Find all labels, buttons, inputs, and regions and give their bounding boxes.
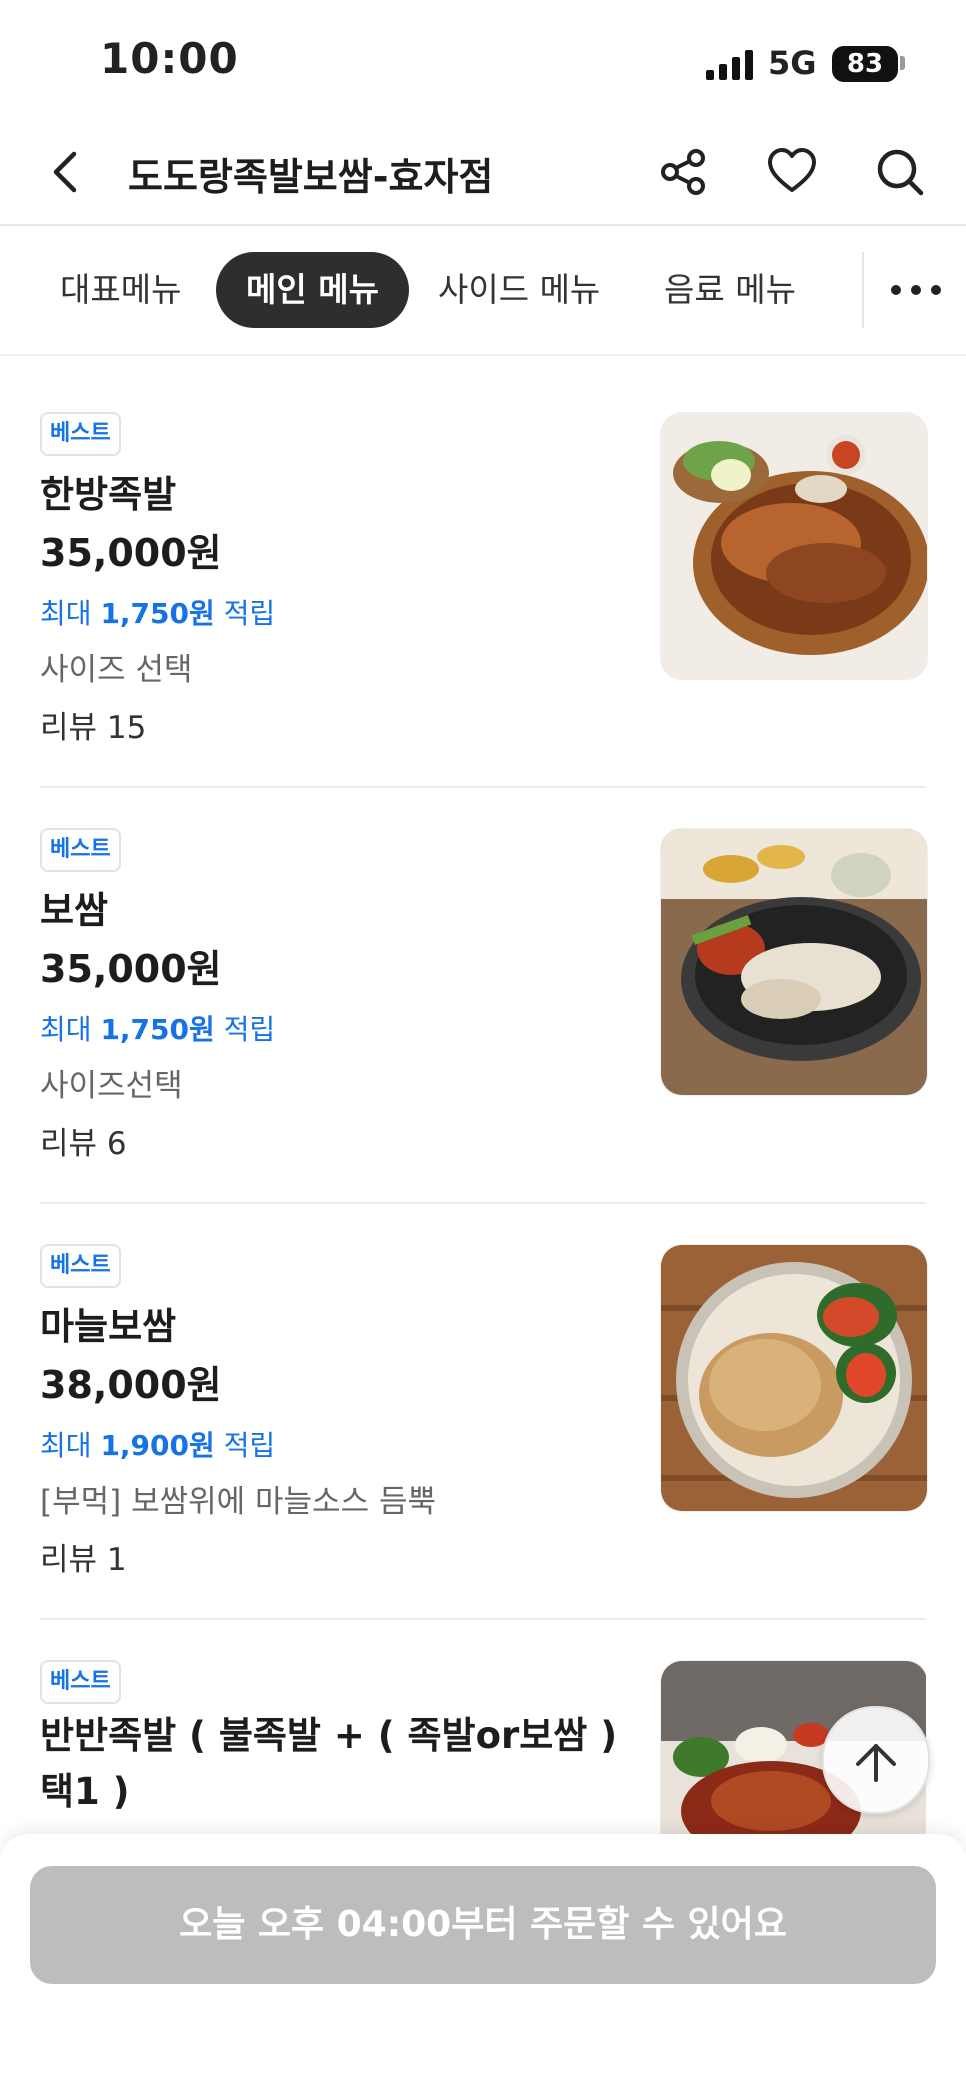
menu-name: 마늘보쌈 [40,1305,177,1348]
reward-suffix: 적립 [223,1429,276,1462]
menu-photo [660,828,928,1096]
best-badge: 베스트 [40,412,121,456]
tab-drink-menu[interactable]: 음료 메뉴 [664,252,796,328]
order-button[interactable]: 오늘 오후 04:00부터 주문할 수 있어요 [30,1866,936,1984]
menu-name: 반반족발 ( 불족발 + ( 족발or보쌈 ) 택1 ) [40,1714,618,1813]
search-icon[interactable] [872,144,928,200]
tab-main-menu[interactable]: 메인 메뉴 [216,252,409,328]
menu-name: 한방족발 [40,473,177,516]
bottom-order-bar: 오늘 오후 04:00부터 주문할 수 있어요 [0,1834,966,2090]
reward-text: 최대 1,750원 적립 [40,1008,275,1048]
item-divider [40,786,926,788]
best-badge: 베스트 [40,1660,121,1704]
chevron-left-icon[interactable] [40,144,96,200]
reward-amount: 1,750원 [100,1013,215,1046]
heart-icon[interactable] [764,144,820,200]
menu-item[interactable]: 베스트 보쌈 35,000원 최대 1,750원 적립 사이즈선택 리뷰 6 [40,828,928,1162]
status-bar: 10:00 5G 83 [0,0,966,120]
arrow-up-icon [856,1744,896,1782]
tab-representative[interactable]: 대표메뉴 [60,252,181,328]
review-count: 리뷰 1 [40,1542,127,1578]
best-badge: 베스트 [40,828,121,872]
reward-suffix: 적립 [223,1013,276,1046]
reward-amount: 1,900원 [100,1429,215,1462]
reward-amount: 1,750원 [100,597,215,630]
menu-price: 38,000원 [40,1363,222,1407]
reward-prefix: 최대 [40,1013,92,1046]
menu-item[interactable]: 베스트 한방족발 35,000원 최대 1,750원 적립 사이즈 선택 리뷰 … [40,412,928,746]
item-divider [40,1202,926,1204]
best-badge: 베스트 [40,1244,121,1288]
menu-name: 보쌈 [40,889,109,932]
reward-suffix: 적립 [223,597,276,630]
menu-description: 사이즈선택 [40,1068,183,1104]
reward-text: 최대 1,900원 적립 [40,1424,275,1464]
menu-price: 35,000원 [40,947,222,991]
battery-tip [900,56,905,70]
category-tabs: 대표메뉴 메인 메뉴 사이드 메뉴 음료 메뉴 [0,224,966,356]
store-title: 도도랑족발보쌈-효자점 [128,155,494,199]
menu-description: [부먹] 보쌈위에 마늘소스 듬뿍 [40,1484,436,1520]
scroll-top-button[interactable] [822,1706,930,1814]
review-count: 리뷰 15 [40,710,147,746]
menu-price: 35,000원 [40,531,222,575]
menu-photo [660,412,928,680]
battery-level: 83 [846,49,884,79]
item-divider [40,1618,926,1620]
share-icon[interactable] [656,144,712,200]
signal-icon [706,50,753,80]
network-type: 5G [768,44,817,82]
app-bar: 도도랑족발보쌈-효자점 [0,120,966,226]
menu-item[interactable]: 베스트 반반족발 ( 불족발 + ( 족발or보쌈 ) 택1 ) [40,1660,926,1834]
review-count: 리뷰 6 [40,1126,127,1162]
reward-text: 최대 1,750원 적립 [40,592,275,632]
more-horizontal-icon[interactable] [886,264,946,316]
tab-divider [862,252,868,328]
menu-description: 사이즈 선택 [40,652,193,688]
menu-item[interactable]: 베스트 마늘보쌈 38,000원 최대 1,900원 적립 [부먹] 보쌈위에 … [40,1244,928,1578]
tab-side-menu[interactable]: 사이드 메뉴 [438,252,600,328]
reward-prefix: 최대 [40,1429,92,1462]
reward-prefix: 최대 [40,597,92,630]
menu-photo [660,1244,928,1512]
battery-icon: 83 [832,46,898,82]
status-time: 10:00 [100,34,239,83]
